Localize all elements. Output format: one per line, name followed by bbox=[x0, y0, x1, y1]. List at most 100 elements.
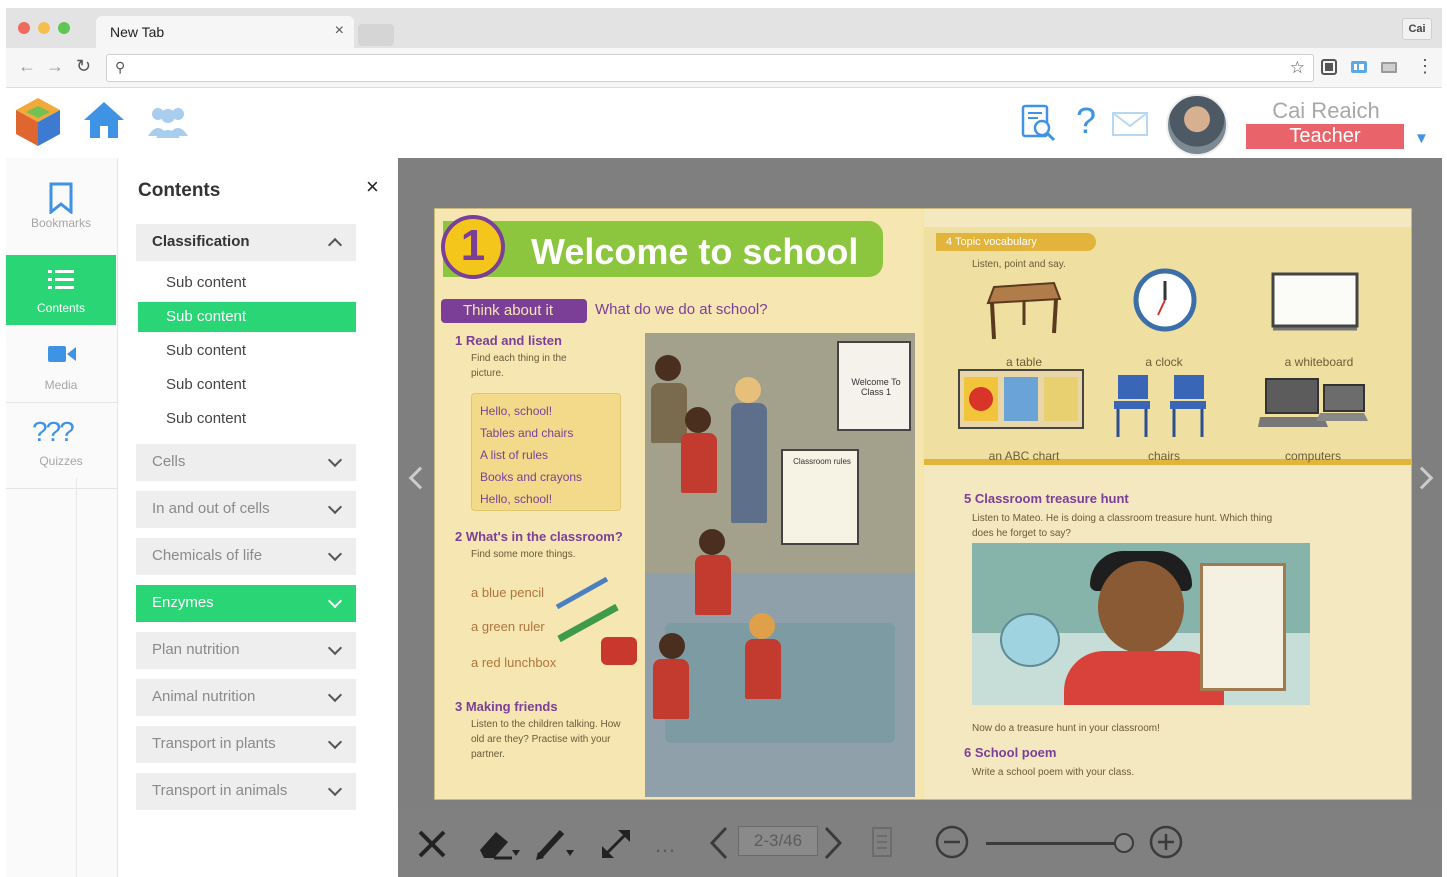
sub-content-label: Sub content bbox=[166, 274, 247, 291]
vocab-label: an ABC chart bbox=[988, 449, 1060, 463]
rail-item-bookmarks[interactable]: Bookmarks bbox=[6, 170, 116, 240]
eraser-icon[interactable] bbox=[476, 826, 522, 862]
zoom-out-icon[interactable] bbox=[934, 824, 970, 860]
address-bar[interactable]: ⚲ ☆ bbox=[106, 54, 1314, 82]
section-label: In and out of cells bbox=[152, 500, 270, 517]
quiz-icon: ??? bbox=[32, 416, 75, 448]
zoom-slider-track[interactable] bbox=[986, 842, 1126, 845]
fullscreen-icon[interactable] bbox=[598, 826, 634, 862]
scene-person bbox=[681, 433, 717, 493]
unit-title: Welcome to school bbox=[531, 231, 859, 272]
app-logo-icon[interactable] bbox=[14, 96, 62, 148]
unit-number: 1 bbox=[441, 215, 505, 279]
sub-content-item[interactable]: Sub content bbox=[138, 370, 356, 400]
rail-item-media[interactable]: Media bbox=[6, 332, 116, 402]
section-transport-in-animals[interactable]: Transport in animals bbox=[136, 773, 356, 810]
next-page-icon[interactable] bbox=[822, 826, 844, 860]
new-tab-button[interactable] bbox=[358, 24, 394, 46]
book-spread[interactable]: Welcome to school 1 Think about it What … bbox=[434, 208, 1412, 800]
sub-content-item[interactable]: Sub content bbox=[138, 268, 356, 298]
book-viewer: Welcome to school 1 Think about it What … bbox=[398, 158, 1442, 877]
rail-label: Contents bbox=[36, 301, 86, 315]
home-icon[interactable] bbox=[82, 100, 126, 140]
browser-menu-icon[interactable]: ⋮ bbox=[1416, 56, 1434, 77]
quiz-icon-glyph: ? bbox=[45, 416, 62, 447]
scene-person bbox=[699, 529, 725, 555]
sub-content-label: Sub content bbox=[166, 376, 247, 393]
prev-page-icon[interactable] bbox=[708, 826, 730, 860]
zoom-in-icon[interactable] bbox=[1148, 824, 1184, 860]
help-icon[interactable]: ? bbox=[1076, 100, 1096, 142]
extension-film-icon[interactable] bbox=[1380, 58, 1398, 76]
group-icon[interactable] bbox=[146, 104, 190, 140]
whiteboard-illustration bbox=[1271, 272, 1359, 331]
panel-title: Contents bbox=[138, 180, 221, 201]
forward-icon[interactable]: → bbox=[46, 56, 64, 77]
section-label: Enzymes bbox=[152, 594, 214, 611]
rail-divider bbox=[76, 478, 77, 877]
side-rail: Bookmarks Contents Media ??? Quizzes bbox=[6, 158, 118, 877]
chevron-down-icon bbox=[327, 546, 343, 562]
window-minimize-button[interactable] bbox=[38, 22, 50, 34]
avatar[interactable] bbox=[1166, 94, 1228, 156]
chevron-down-icon bbox=[327, 687, 343, 703]
section-cells[interactable]: Cells bbox=[136, 444, 356, 481]
search-document-icon[interactable] bbox=[1020, 104, 1058, 144]
section-chemicals-of-life[interactable]: Chemicals of life bbox=[136, 538, 356, 575]
rail-item-contents[interactable]: Contents bbox=[6, 255, 116, 325]
book-page-right: 4 Topic vocabulary Listen, point and say… bbox=[924, 209, 1411, 799]
unit-banner: Welcome to school bbox=[443, 221, 883, 277]
section-in-and-out-of-cells[interactable]: In and out of cells bbox=[136, 491, 356, 528]
browser-profile-chip[interactable]: Cai bbox=[1402, 18, 1432, 40]
song-line: A list of rules bbox=[480, 448, 549, 462]
board-text: Welcome To Class 1 bbox=[851, 377, 901, 397]
close-icon[interactable]: × bbox=[366, 174, 379, 200]
school-poem-heading: 6 School poem bbox=[964, 745, 1057, 760]
mail-icon[interactable] bbox=[1112, 112, 1148, 136]
section-classification[interactable]: Classification bbox=[136, 224, 356, 261]
treasure-hunt-footer: Now do a treasure hunt in your classroom… bbox=[972, 723, 1160, 734]
extension-lb-icon[interactable] bbox=[1350, 58, 1368, 76]
page-icon[interactable] bbox=[870, 826, 894, 858]
app-header: ? Cai Reaich Teacher ▼ bbox=[6, 90, 1442, 158]
vocab-label: a clock bbox=[1145, 355, 1183, 369]
sub-content-item[interactable]: Sub content bbox=[138, 302, 356, 332]
zoom-slider-thumb[interactable] bbox=[1114, 833, 1134, 853]
back-icon[interactable]: ← bbox=[18, 56, 36, 77]
song-line: Hello, school! bbox=[480, 404, 553, 418]
browser-tab[interactable]: New Tab × bbox=[96, 16, 354, 48]
tab-close-icon[interactable]: × bbox=[335, 22, 344, 40]
more-icon[interactable]: … bbox=[654, 830, 676, 860]
previous-page-arrow[interactable] bbox=[408, 466, 432, 490]
page-indicator[interactable]: 2-3/46 bbox=[738, 826, 818, 856]
reload-icon[interactable]: ↻ bbox=[76, 56, 91, 77]
section-animal-nutrition[interactable]: Animal nutrition bbox=[136, 679, 356, 716]
vocab-label: a table bbox=[1005, 355, 1043, 369]
chevron-down-icon bbox=[327, 781, 343, 797]
section-plan-nutrition[interactable]: Plan nutrition bbox=[136, 632, 356, 669]
vocab-word: a red lunchbox bbox=[471, 655, 557, 670]
section-transport-in-plants[interactable]: Transport in plants bbox=[136, 726, 356, 763]
scene-person bbox=[659, 633, 685, 659]
rail-label: Media bbox=[44, 378, 78, 392]
window-close-button[interactable] bbox=[18, 22, 30, 34]
quiz-icon-glyph: ? bbox=[32, 416, 48, 447]
sub-content-item[interactable]: Sub content bbox=[138, 404, 356, 434]
next-page-arrow[interactable] bbox=[1410, 466, 1434, 490]
sub-content-item[interactable]: Sub content bbox=[138, 336, 356, 366]
topic-vocabulary-text: Listen, point and say. bbox=[972, 259, 1066, 270]
scene-person bbox=[1098, 561, 1184, 653]
chevron-down-icon[interactable]: ▼ bbox=[1414, 130, 1429, 147]
scene-person bbox=[653, 659, 689, 719]
window-zoom-button[interactable] bbox=[58, 22, 70, 34]
bookmark-star-icon[interactable]: ☆ bbox=[1290, 58, 1305, 78]
quiz-icon-glyph: ? bbox=[59, 416, 75, 447]
pen-icon[interactable] bbox=[534, 826, 578, 862]
close-icon[interactable] bbox=[416, 828, 448, 860]
classroom-text: Find some more things. bbox=[471, 549, 576, 560]
rail-item-quizzes[interactable]: ??? Quizzes bbox=[6, 408, 116, 478]
section-enzymes[interactable]: Enzymes bbox=[136, 585, 356, 622]
clock-illustration bbox=[1133, 268, 1197, 332]
address-input[interactable] bbox=[137, 59, 1277, 77]
extension-square-icon[interactable] bbox=[1320, 58, 1338, 76]
